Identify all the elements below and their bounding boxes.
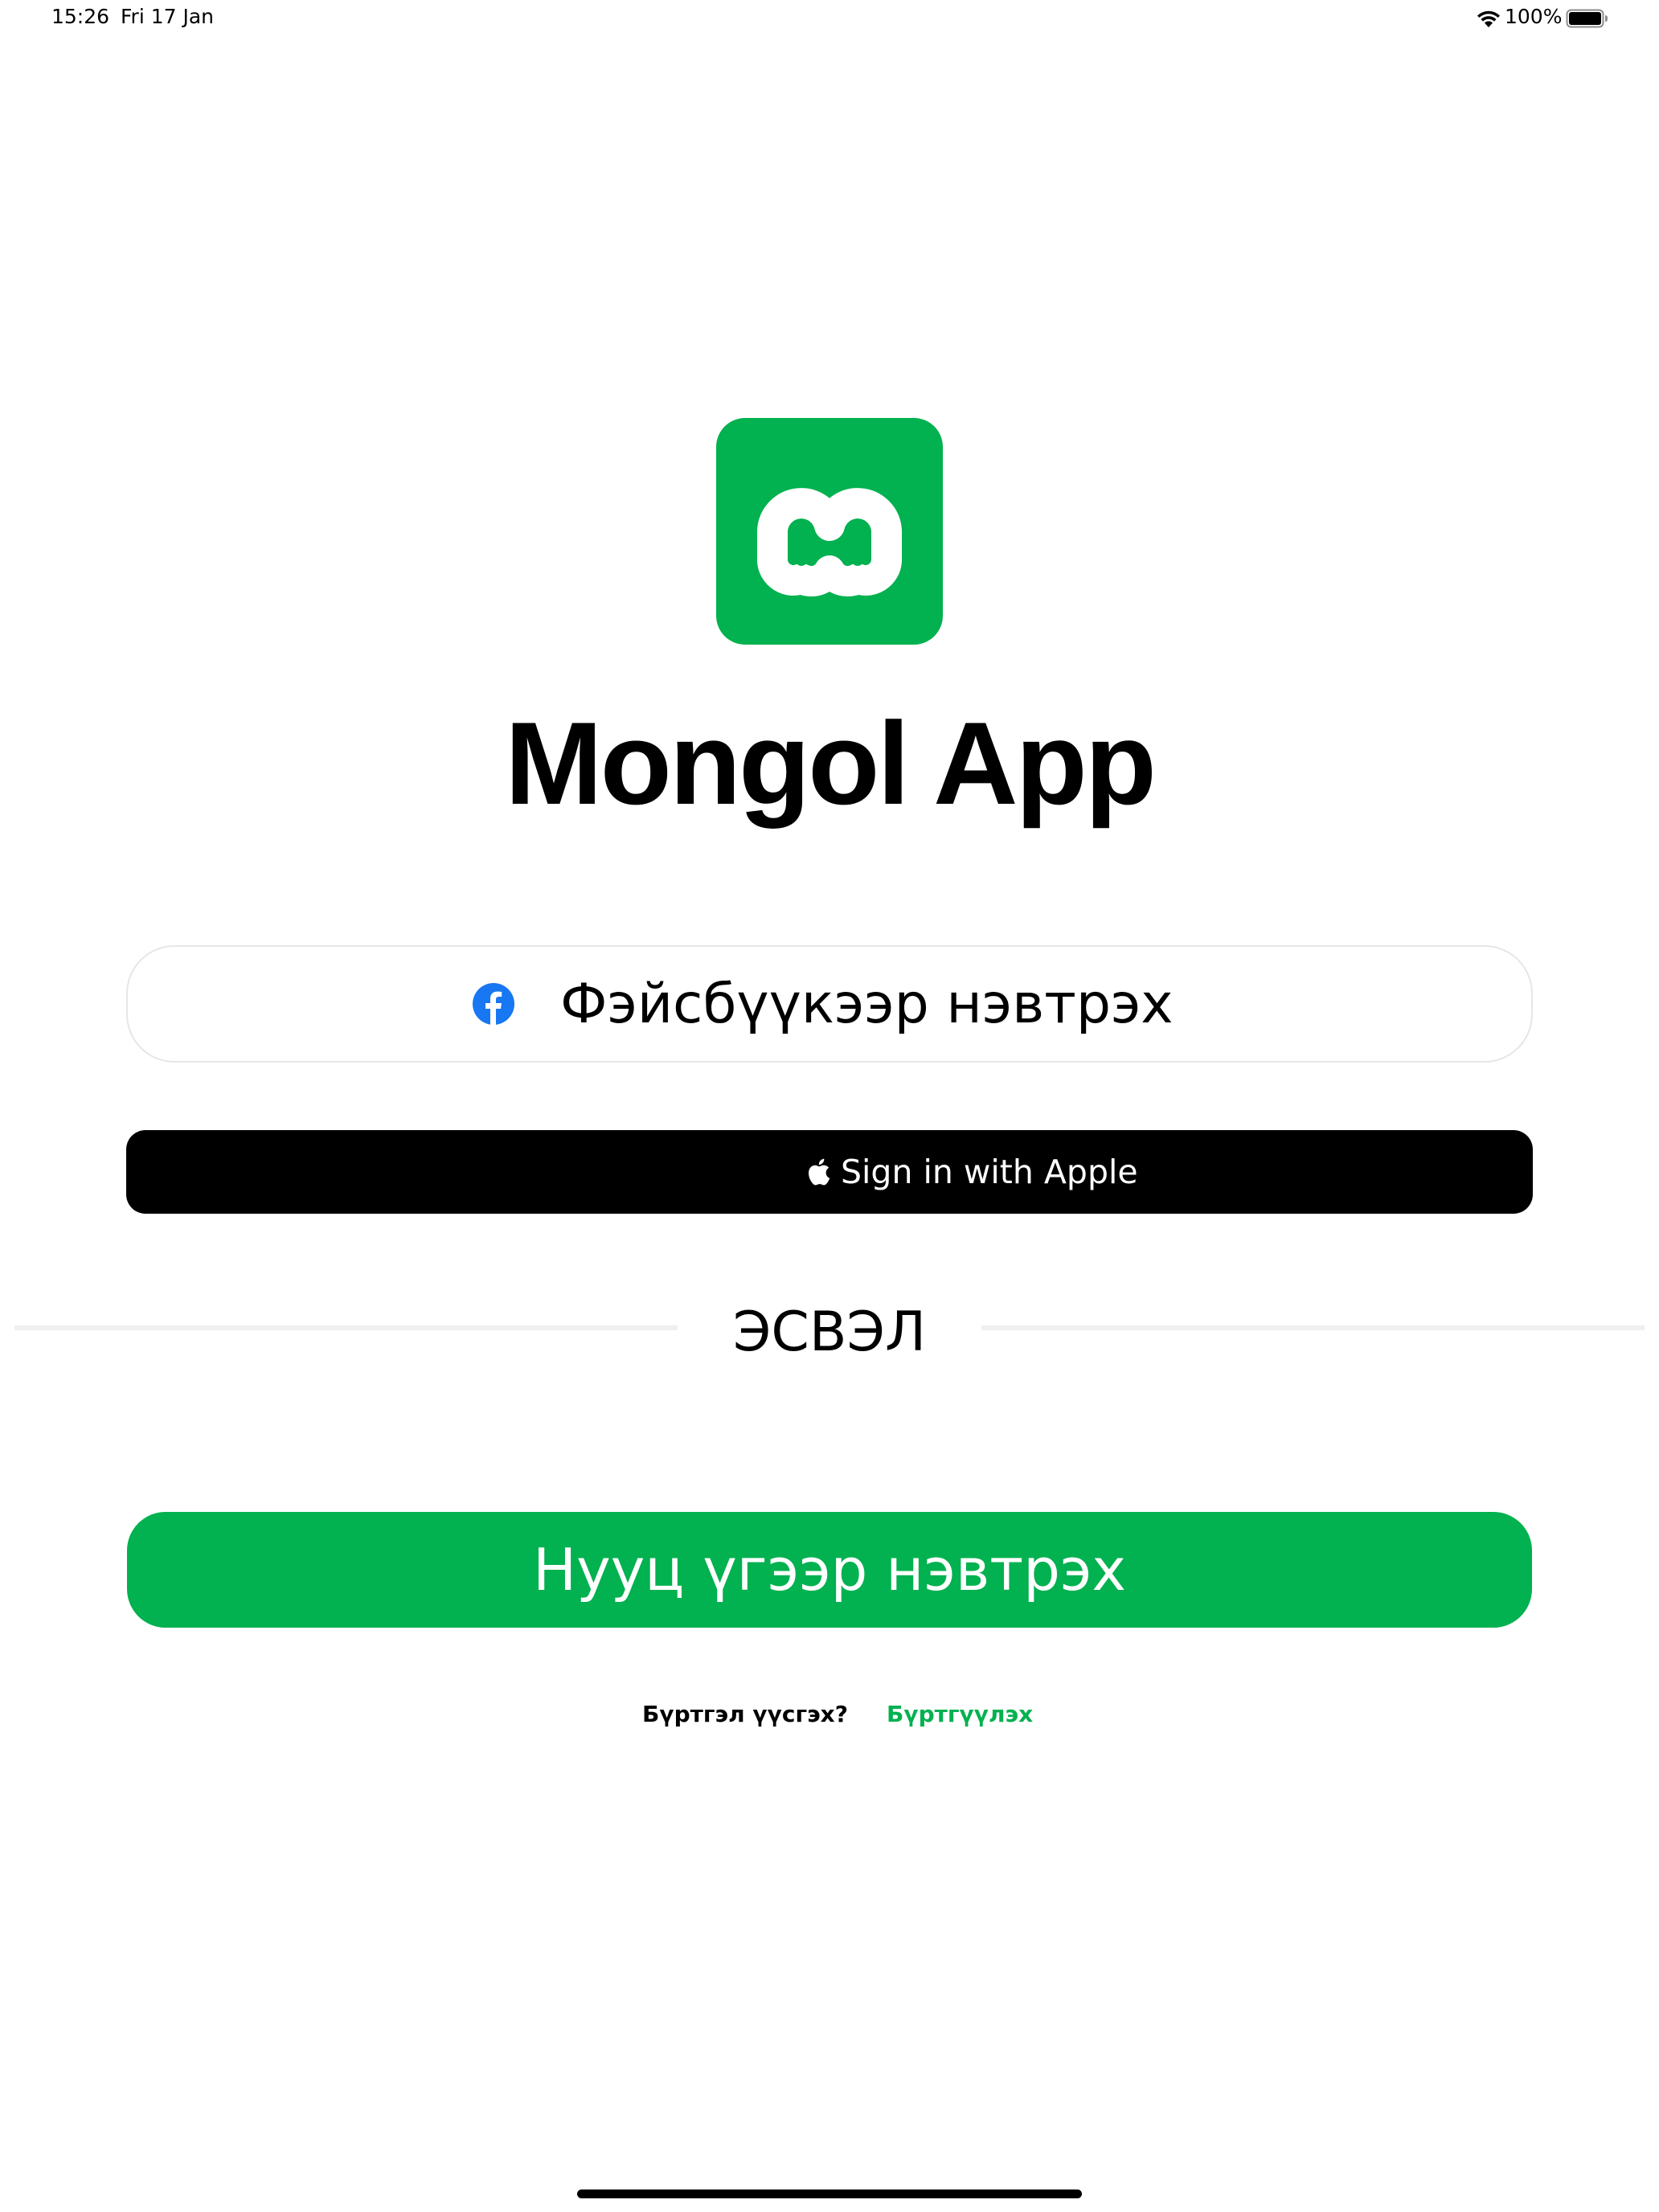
- facebook-login-label: Фэйсбүүкээр нэвтрэх: [560, 973, 1174, 1036]
- facebook-login-button[interactable]: Фэйсбүүкээр нэвтрэх: [126, 945, 1533, 1063]
- sign-in-with-apple-button[interactable]: Sign in with Apple: [126, 1130, 1533, 1214]
- mongol-app-logo-icon: [757, 488, 902, 597]
- register-question: Бүртгэл үүсгэх?: [642, 1701, 848, 1727]
- wifi-icon: [1476, 8, 1501, 29]
- facebook-icon: [472, 982, 515, 1026]
- app-logo: [716, 418, 943, 645]
- apple-icon: [806, 1157, 830, 1186]
- password-login-button[interactable]: Нууц үгээр нэвтрэх: [127, 1512, 1532, 1628]
- app-title: Mongol App: [505, 698, 1157, 829]
- divider-line-right: [981, 1325, 1645, 1330]
- divider-line-left: [14, 1325, 678, 1330]
- login-screen: 15:26 Fri 17 Jan 100% Mongol App Фэйсбүү…: [0, 0, 1659, 2212]
- divider-or-label: ЭСВЭЛ: [732, 1301, 927, 1364]
- status-bar: 15:26 Fri 17 Jan 100%: [0, 0, 1659, 39]
- battery-percent: 100%: [1505, 5, 1563, 28]
- sign-in-with-apple-label: Sign in with Apple: [841, 1153, 1138, 1191]
- register-link[interactable]: Бүртгүүлэх: [887, 1701, 1033, 1727]
- battery-icon: [1566, 8, 1609, 29]
- status-date: Fri 17 Jan: [121, 5, 215, 28]
- password-login-label: Нууц үгээр нэвтрэх: [532, 1536, 1127, 1604]
- home-indicator[interactable]: [577, 2189, 1082, 2198]
- status-time: 15:26: [51, 5, 110, 28]
